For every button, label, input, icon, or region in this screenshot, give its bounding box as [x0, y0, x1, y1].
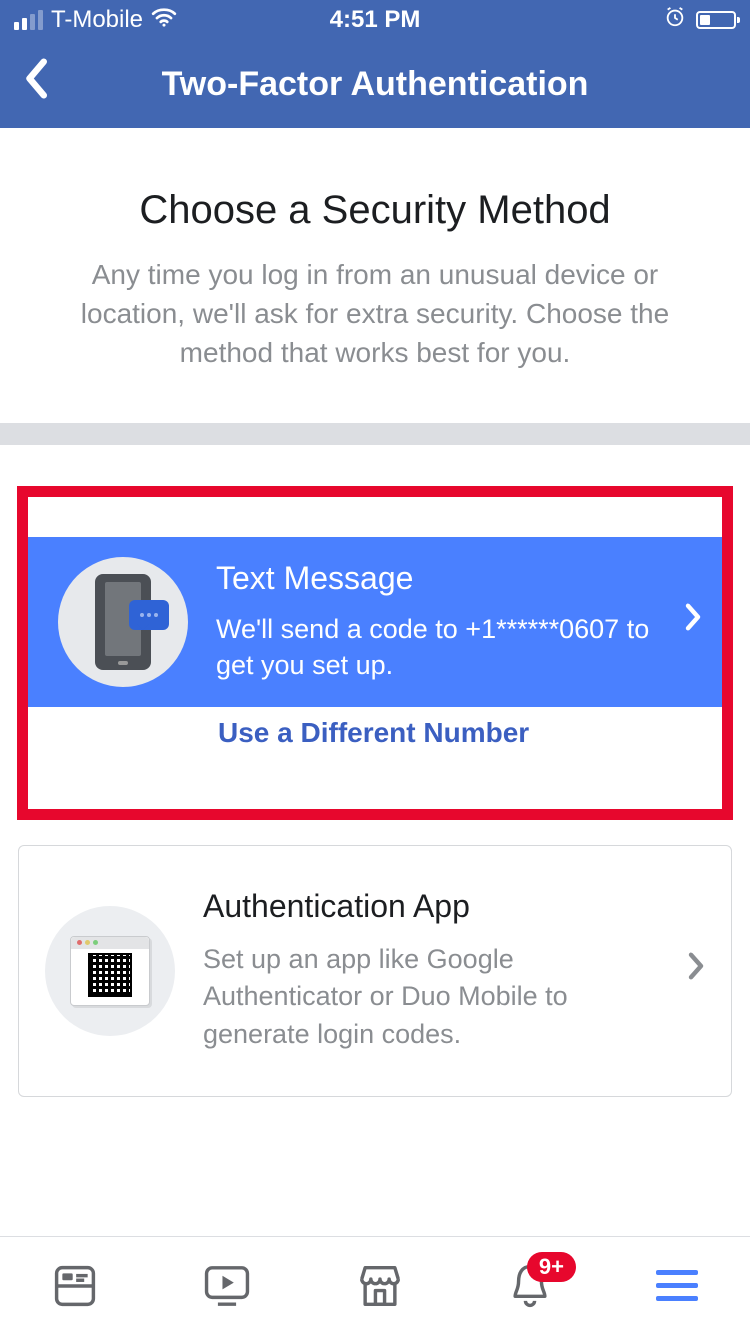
tab-bar: 9+: [0, 1236, 750, 1334]
option-app-desc: Set up an app like Google Authenticator …: [203, 941, 677, 1054]
page-title: Two-Factor Authentication: [162, 65, 589, 104]
option-sms-title: Text Message: [216, 560, 674, 597]
alarm-icon: [664, 6, 686, 34]
phone-sms-icon: [58, 557, 188, 687]
signal-icon: [14, 10, 43, 30]
tab-notifications[interactable]: 9+: [508, 1262, 552, 1310]
wifi-icon: [151, 7, 177, 33]
use-different-number-link[interactable]: Use a Different Number: [218, 717, 722, 749]
back-button[interactable]: [22, 57, 50, 112]
nav-header: Two-Factor Authentication: [0, 40, 750, 128]
tab-watch[interactable]: [202, 1262, 252, 1310]
option-auth-app[interactable]: Authentication App Set up an app like Go…: [18, 845, 732, 1097]
status-bar: T-Mobile 4:51 PM: [0, 0, 750, 40]
tab-feed[interactable]: [52, 1263, 98, 1309]
option-app-title: Authentication App: [203, 888, 677, 925]
qr-app-icon: [45, 906, 175, 1036]
hamburger-icon: [656, 1270, 698, 1301]
intro-section: Choose a Security Method Any time you lo…: [0, 128, 750, 423]
status-left: T-Mobile: [14, 6, 177, 34]
tab-menu[interactable]: [656, 1270, 698, 1301]
chevron-right-icon: [687, 951, 705, 990]
status-right: [664, 6, 736, 34]
intro-body: Any time you log in from an unusual devi…: [40, 255, 710, 373]
section-divider: [0, 423, 750, 445]
notification-badge: 9+: [527, 1252, 576, 1282]
tab-marketplace[interactable]: [356, 1263, 404, 1309]
option-text-message-row[interactable]: Text Message We'll send a code to +1****…: [28, 537, 722, 707]
option-text-message[interactable]: Text Message We'll send a code to +1****…: [18, 487, 732, 819]
intro-heading: Choose a Security Method: [40, 188, 710, 233]
option-sms-desc: We'll send a code to +1******0607 to get…: [216, 611, 674, 684]
battery-icon: [696, 11, 736, 29]
chevron-right-icon: [684, 602, 702, 641]
carrier-label: T-Mobile: [51, 6, 143, 34]
